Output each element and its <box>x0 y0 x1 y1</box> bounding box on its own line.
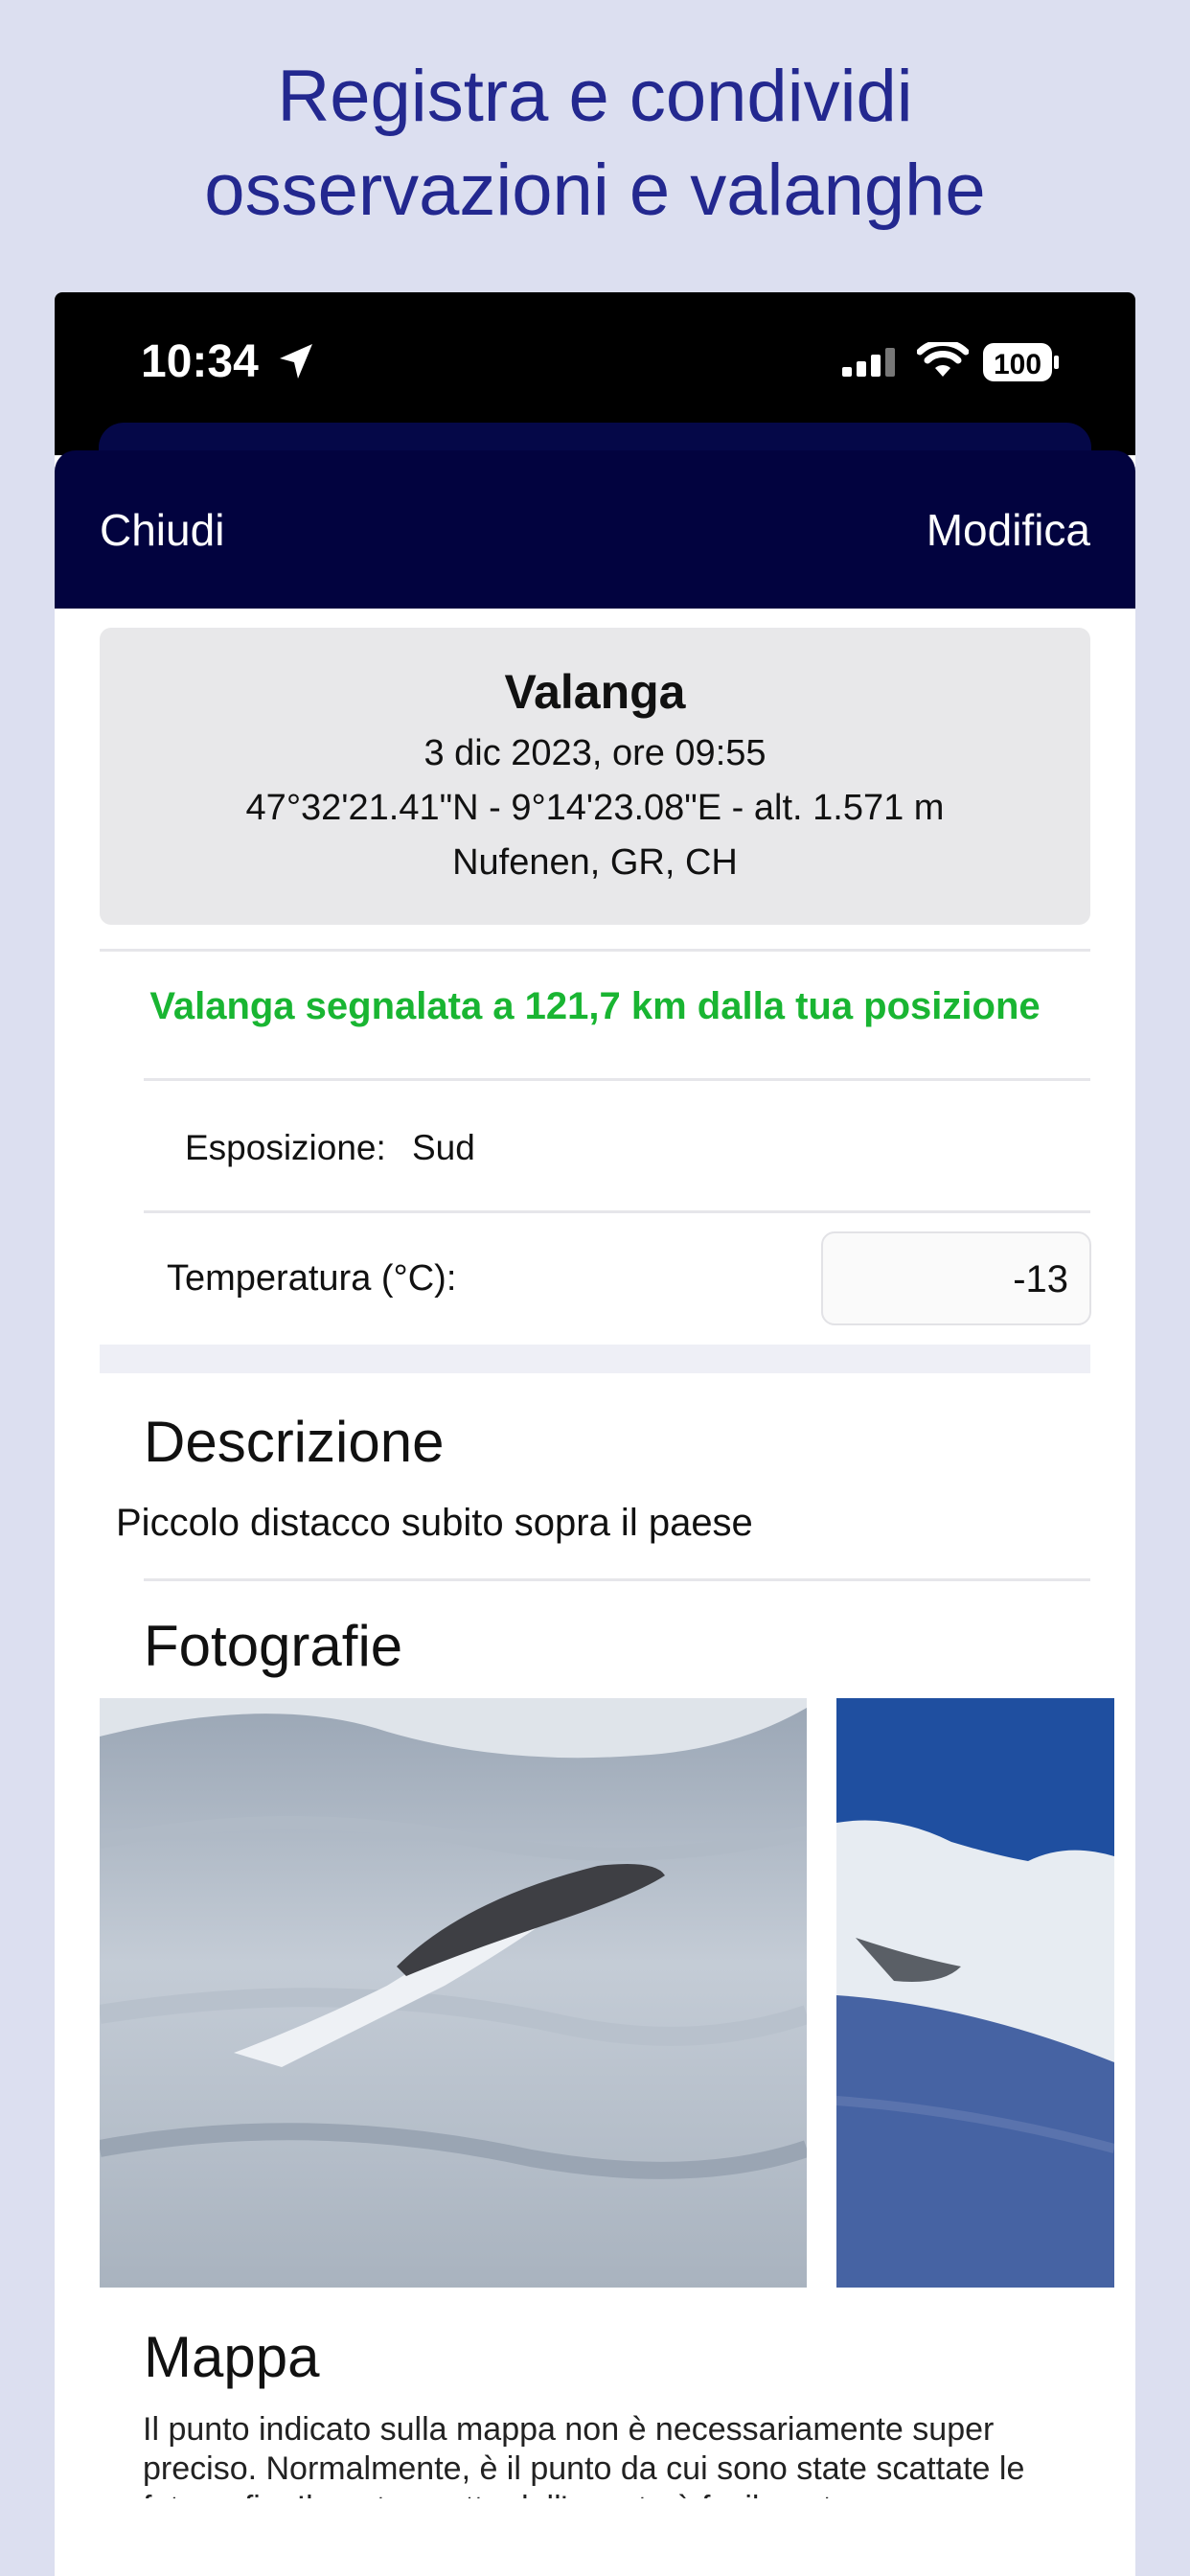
map-title: Mappa <box>144 2325 320 2389</box>
signal-icon <box>842 348 895 377</box>
close-button[interactable]: Chiudi <box>100 504 224 556</box>
divider <box>144 1578 1090 1581</box>
headline-line-2: osservazioni e valanghe <box>204 150 986 231</box>
location-arrow-icon <box>280 344 312 379</box>
wifi-icon <box>917 342 969 377</box>
divider <box>144 1210 1090 1213</box>
event-coordinates: 47°32'21.41"N - 9°14'23.08"E - alt. 1.57… <box>245 788 945 828</box>
temperature-value: -13 <box>1013 1258 1068 1300</box>
avalanche-slope-photo[interactable] <box>100 1698 807 2288</box>
event-place: Nufenen, GR, CH <box>452 842 738 883</box>
description-text: Piccolo distacco subito sopra il paese <box>116 1502 753 1544</box>
edit-button[interactable]: Modifica <box>927 504 1090 556</box>
event-title: Valanga <box>504 665 686 719</box>
distance-note: Valanga segnalata a 121,7 km dalla tua p… <box>149 985 1041 1027</box>
mountain-ridge-photo[interactable] <box>836 1698 1114 2288</box>
headline-line-1: Registra e condividi <box>277 56 913 137</box>
temperature-field[interactable]: -13 <box>821 1231 1091 1325</box>
battery-level: 100 <box>993 349 1042 380</box>
event-date: 3 dic 2023, ore 09:55 <box>423 733 767 773</box>
promo-headline: Registra e condividi osservazioni e vala… <box>0 50 1190 238</box>
phone-screen: 10:34 100 Chiudi Modifica Valanga 3 dic … <box>55 292 1135 2576</box>
photos-title: Fotografie <box>144 1614 403 1678</box>
exposure-value: Sud <box>412 1128 475 1167</box>
divider <box>144 1078 1090 1081</box>
map-description: Il punto indicato sulla mappa non è nece… <box>143 2411 1025 2498</box>
status-time: 10:34 <box>141 336 259 387</box>
exposure-label: Esposizione: <box>185 1128 386 1167</box>
temperature-label: Temperatura (°C): <box>167 1258 457 1299</box>
event-summary-card: Valanga 3 dic 2023, ore 09:55 47°32'21.4… <box>100 628 1090 925</box>
navigation-bar: Chiudi Modifica <box>55 450 1135 609</box>
divider <box>100 949 1090 952</box>
section-gap <box>100 1345 1090 1373</box>
description-title: Descrizione <box>144 1410 445 1474</box>
